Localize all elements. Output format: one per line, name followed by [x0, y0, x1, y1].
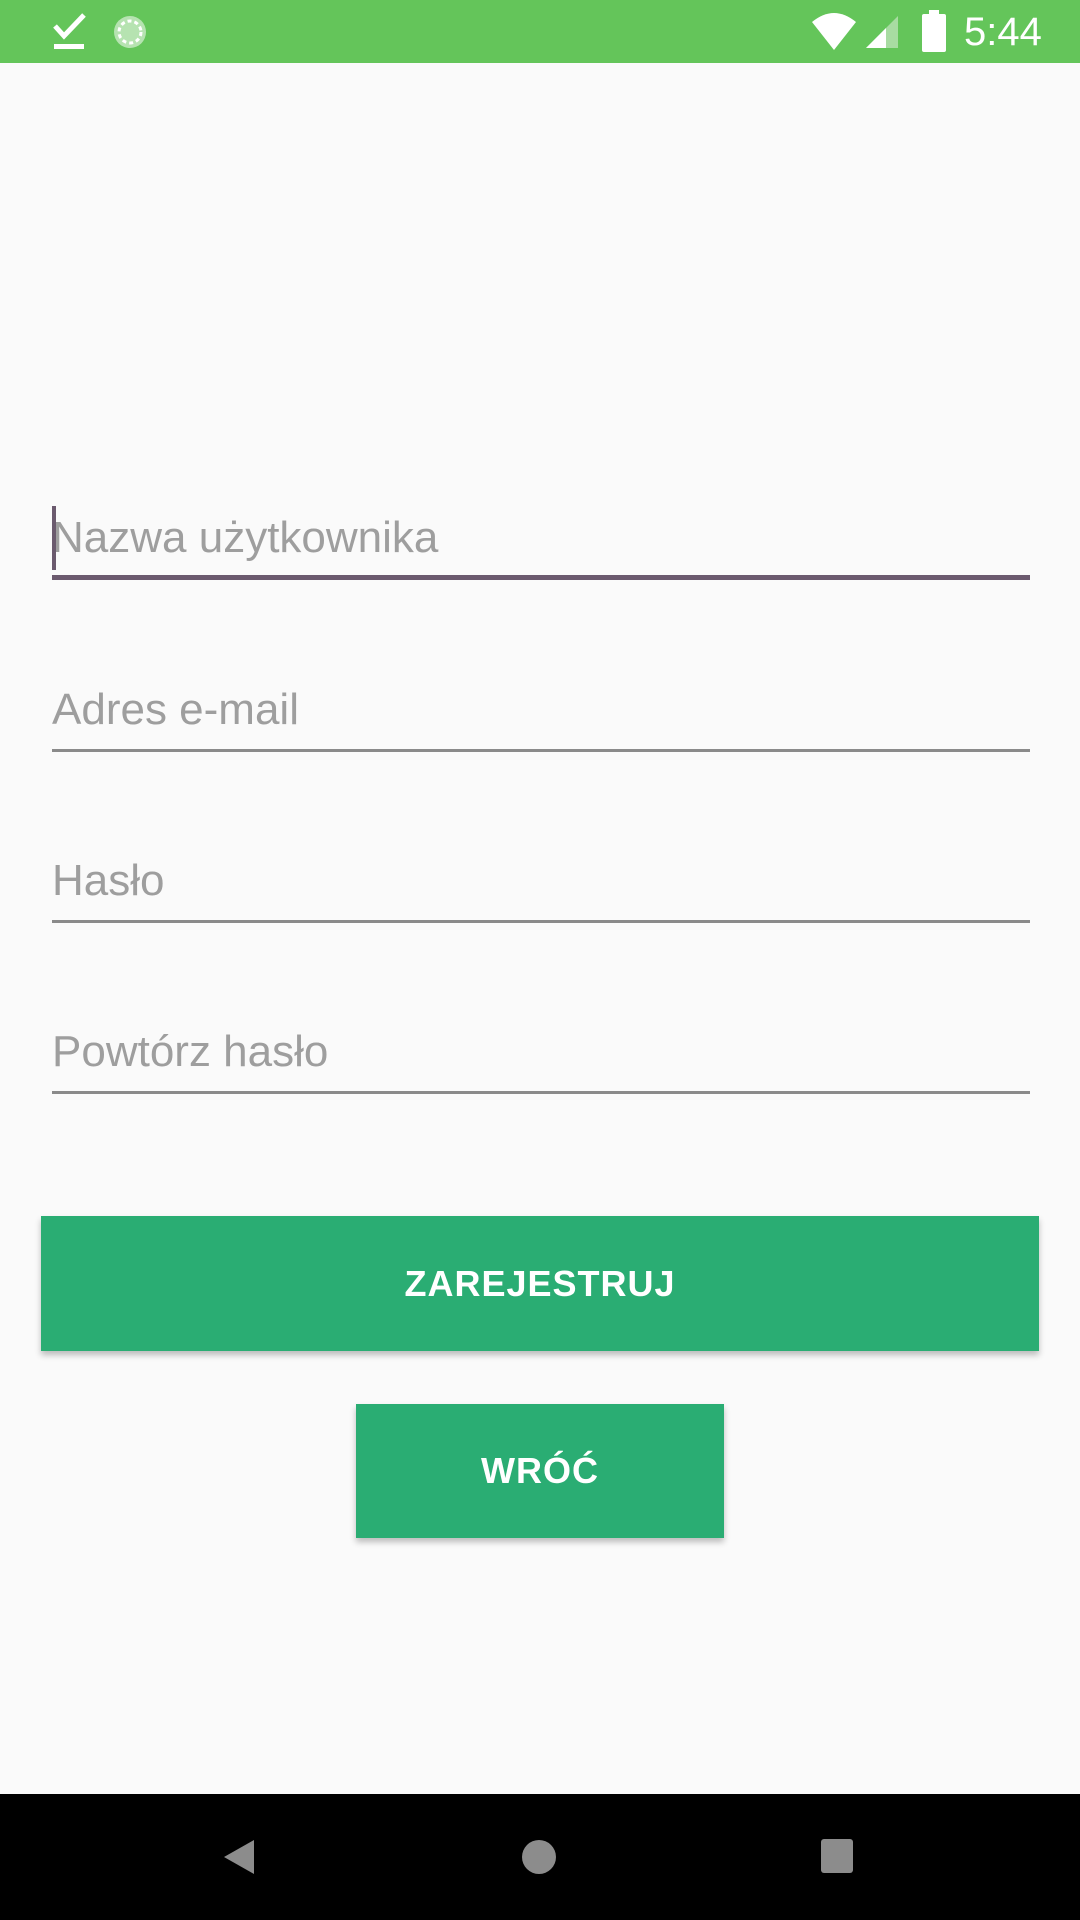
- back-button[interactable]: WRÓĆ: [356, 1404, 724, 1538]
- wifi-icon: [812, 13, 856, 50]
- back-button-label: WRÓĆ: [481, 1450, 599, 1491]
- home-icon[interactable]: [520, 1838, 558, 1876]
- sync-circle-icon: [114, 16, 146, 48]
- register-button-label: ZAREJESTRUJ: [404, 1262, 676, 1304]
- password-field[interactable]: [52, 851, 1030, 923]
- text-cursor: [52, 506, 56, 570]
- navigation-bar: [0, 1794, 1080, 1920]
- email-field[interactable]: [52, 680, 1030, 752]
- back-icon[interactable]: [222, 1838, 256, 1876]
- cellular-signal-icon: [866, 16, 898, 48]
- password-underline: [52, 920, 1030, 923]
- email-input[interactable]: [52, 680, 1030, 740]
- battery-icon: [922, 10, 946, 52]
- username-underline: [52, 575, 1030, 580]
- register-button[interactable]: ZAREJESTRUJ: [41, 1216, 1039, 1351]
- status-time: 5:44: [964, 10, 1042, 54]
- repeat-password-field[interactable]: [52, 1022, 1030, 1094]
- username-field[interactable]: [52, 506, 1030, 580]
- username-input[interactable]: [52, 508, 1030, 568]
- repeat-password-underline: [52, 1091, 1030, 1094]
- download-done-icon: [53, 13, 86, 49]
- password-input[interactable]: [52, 851, 1030, 911]
- status-bar: 5:44: [0, 0, 1080, 63]
- recent-apps-icon[interactable]: [820, 1838, 854, 1874]
- repeat-password-input[interactable]: [52, 1022, 1030, 1082]
- email-underline: [52, 749, 1030, 752]
